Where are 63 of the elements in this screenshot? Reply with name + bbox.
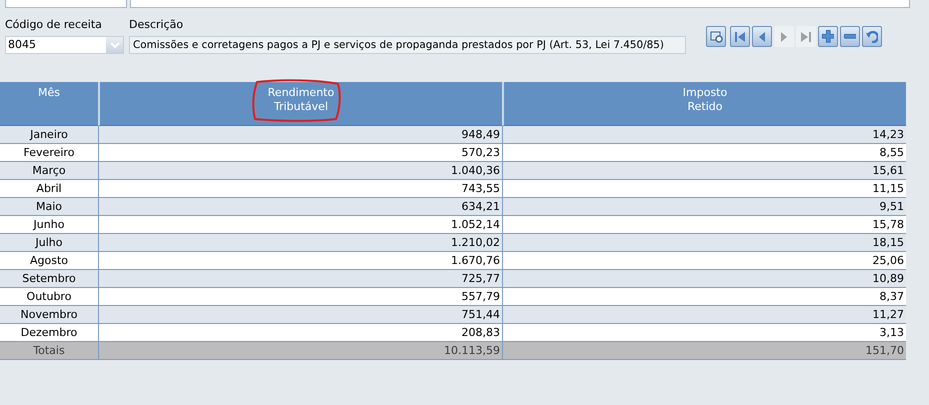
table-cell: 1.052,14 [98, 216, 502, 234]
table-cell: 3,13 [502, 324, 906, 342]
table-cell: 751,44 [98, 306, 502, 324]
table-cell: Julho [0, 234, 98, 252]
table-cell: 15,78 [502, 216, 906, 234]
total-cell: 10.113,59 [98, 342, 502, 360]
refresh-button[interactable] [862, 26, 882, 47]
table-cell: 1.670,76 [98, 252, 502, 270]
table-cell: 8,37 [502, 288, 906, 306]
table-cell: Setembro [0, 270, 98, 288]
table-cell: Maio [0, 198, 98, 216]
table-cell: Janeiro [0, 126, 98, 144]
table-cell: 1.040,36 [98, 162, 502, 180]
table-cell: 9,51 [502, 198, 906, 216]
next-icon [781, 32, 787, 42]
text-field[interactable] [130, 0, 910, 8]
code-combo-box[interactable]: 8045 [5, 36, 124, 54]
table-cell: 8,55 [502, 144, 906, 162]
table-cell: 15,61 [502, 162, 906, 180]
table-cell: 634,21 [98, 198, 502, 216]
table-cell: Novembro [0, 306, 98, 324]
caret-icon [110, 41, 120, 49]
search-button[interactable] [706, 26, 726, 47]
table-cell: Março [0, 162, 98, 180]
remove-button[interactable] [840, 26, 860, 47]
minus-icon [844, 34, 856, 39]
column-header[interactable]: Mês [0, 82, 98, 126]
table-cell: 18,15 [502, 234, 906, 252]
table-cell: 948,49 [98, 126, 502, 144]
table-cell: 743,55 [98, 180, 502, 198]
refresh-icon [866, 30, 878, 42]
first-icon [735, 32, 745, 42]
total-cell: 151,70 [502, 342, 906, 360]
prev-button[interactable] [752, 26, 772, 47]
table-cell: 11,15 [502, 180, 906, 198]
table-cell: 725,77 [98, 270, 502, 288]
table-cell: Dezembro [0, 324, 98, 342]
last-icon [801, 32, 811, 42]
total-cell: Totais [0, 342, 98, 360]
table-cell: 10,89 [502, 270, 906, 288]
table-cell: 25,06 [502, 252, 906, 270]
table-cell: Junho [0, 216, 98, 234]
column-header[interactable]: Rendimento Tributável [98, 82, 502, 126]
text-field[interactable] [5, 0, 127, 8]
first-button[interactable] [730, 26, 750, 47]
table-cell: Fevereiro [0, 144, 98, 162]
add-button[interactable] [818, 26, 838, 47]
table-cell: Abril [0, 180, 98, 198]
table-cell: 1.210,02 [98, 234, 502, 252]
table-cell: 14,23 [502, 126, 906, 144]
field-label: Descrição [129, 17, 184, 32]
table-cell: 557,79 [98, 288, 502, 306]
table-cell: 570,23 [98, 144, 502, 162]
table-cell: 11,27 [502, 306, 906, 324]
column-header[interactable]: Imposto Retido [502, 82, 906, 126]
search-icon [710, 30, 722, 42]
field-label: Código de receita [5, 17, 103, 32]
table-cell: Agosto [0, 252, 98, 270]
previous-icon [759, 32, 765, 42]
table-cell: 208,83 [98, 324, 502, 342]
plus-icon [822, 30, 834, 43]
table-cell: Outubro [0, 288, 98, 306]
description-field[interactable]: Comissões e corretagens pagos a PJ e serviços de propaganda prestados por PJ (Art. 53, Lei 7.450/85) [129, 36, 686, 54]
